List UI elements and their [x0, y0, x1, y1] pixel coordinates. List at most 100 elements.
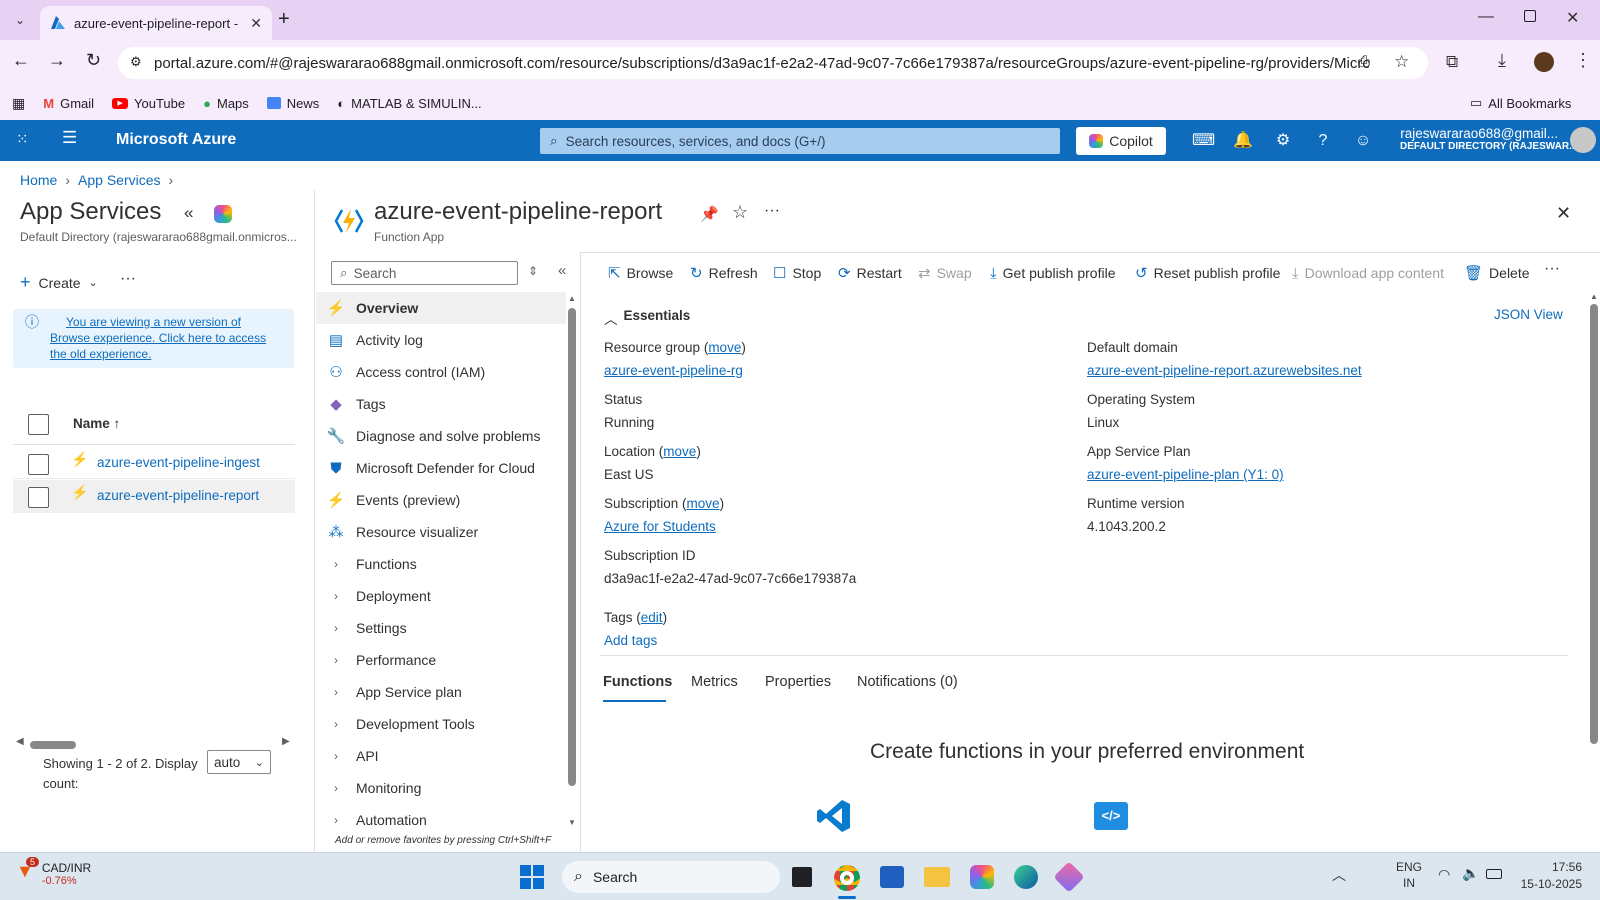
info-banner-text[interactable]: You are viewing a new version of Browse …: [34, 314, 274, 362]
menu-item-automation[interactable]: › Automation: [316, 804, 566, 836]
menu-item-app-service-plan[interactable]: › App Service plan: [316, 676, 566, 708]
code-editor-icon[interactable]: </>: [1094, 802, 1128, 830]
add-tags-link[interactable]: Add tags: [604, 633, 657, 648]
row-link[interactable]: azure-event-pipeline-report: [97, 488, 259, 503]
create-button[interactable]: + Create ⌄: [20, 272, 98, 293]
back-icon[interactable]: ←: [12, 50, 30, 71]
menu-item-deployment[interactable]: › Deployment: [316, 580, 566, 612]
tab-functions[interactable]: Functions: [603, 674, 672, 690]
menu-item-performance[interactable]: › Performance: [316, 644, 566, 676]
menu-item-functions[interactable]: › Functions: [316, 548, 566, 580]
menu-item-development-tools[interactable]: › Development Tools: [316, 708, 566, 740]
menu-item-api[interactable]: › API: [316, 740, 566, 772]
row-checkbox[interactable]: [28, 487, 49, 508]
waffle-icon[interactable]: ⁙: [16, 130, 29, 148]
azure-brand[interactable]: Microsoft Azure: [116, 131, 236, 149]
user-account[interactable]: rajeswararao688@gmail... DEFAULT DIRECTO…: [1400, 126, 1577, 152]
menu-item-diagnose-and-solve-problems[interactable]: 🔧 Diagnose and solve problems: [316, 420, 566, 452]
move-link[interactable]: move: [687, 496, 720, 511]
settings-gear-icon[interactable]: ⚙: [1272, 130, 1294, 152]
browser-menu-icon[interactable]: ⋮: [1574, 50, 1592, 71]
copilot-app-icon[interactable]: [970, 865, 994, 889]
default-domain-link[interactable]: azure-event-pipeline-report.azurewebsite…: [1087, 363, 1362, 378]
browser-tab-active[interactable]: azure-event-pipeline-report - M ✕: [40, 6, 272, 40]
menu-item-microsoft-defender-for-cloud[interactable]: ⛊ Microsoft Defender for Cloud: [316, 452, 566, 484]
copilot-button[interactable]: Copilot: [1076, 127, 1166, 155]
scroll-thumb[interactable]: [30, 741, 76, 749]
more-commands-icon[interactable]: ···: [1544, 260, 1560, 278]
table-row[interactable]: ⚡ azure-event-pipeline-ingest: [13, 447, 295, 479]
tab-list-chevron-icon[interactable]: ⌄: [10, 10, 30, 30]
menu-item-resource-visualizer[interactable]: ⁂ Resource visualizer: [316, 516, 566, 548]
table-row[interactable]: ⚡ azure-event-pipeline-report: [13, 480, 295, 513]
download-app-content-button[interactable]: ⤓ Download app content: [1292, 262, 1444, 284]
more-options-icon[interactable]: ···: [120, 270, 136, 288]
info-banner[interactable]: ⓘ You are viewing a new version of Brows…: [13, 309, 294, 368]
breadcrumb-app-services[interactable]: App Services: [78, 172, 160, 188]
row-link[interactable]: azure-event-pipeline-ingest: [97, 455, 260, 470]
essentials-toggle[interactable]: ︿ Essentials: [604, 308, 690, 328]
clock[interactable]: 17:56 15-10-2025: [1514, 859, 1582, 893]
url-input[interactable]: ⚙ portal.azure.com/#@rajeswararao688gmai…: [118, 47, 1428, 79]
bookmark-news[interactable]: News: [266, 96, 319, 111]
scroll-left-icon[interactable]: ◀: [16, 736, 24, 747]
feedback-icon[interactable]: ☺: [1352, 130, 1374, 152]
menu-item-activity-log[interactable]: ▤ Activity log: [316, 324, 566, 356]
apps-grid-icon[interactable]: ▦: [12, 95, 25, 112]
volume-icon[interactable]: 🔈: [1462, 865, 1479, 882]
bookmark-maps[interactable]: ● Maps: [203, 96, 249, 111]
bookmark-star-icon[interactable]: ☆: [1394, 52, 1409, 72]
forward-icon[interactable]: →: [48, 50, 66, 71]
cloud-shell-icon[interactable]: ⌨: [1192, 130, 1215, 152]
file-explorer-icon[interactable]: [924, 867, 950, 887]
select-all-checkbox[interactable]: [28, 414, 49, 435]
battery-icon[interactable]: [1486, 869, 1502, 879]
bookmark-matlab[interactable]: ◐ MATLAB & SIMULIN...: [337, 96, 481, 111]
ticker-widget[interactable]: ▼ 5 CAD/INR -0.76%: [16, 857, 91, 887]
menu-item-settings[interactable]: › Settings: [316, 612, 566, 644]
vscode-icon[interactable]: [816, 798, 852, 834]
menu-search-input[interactable]: ⌕ Search: [331, 261, 518, 285]
collapse-menu-icon[interactable]: «: [558, 262, 566, 279]
menu-item-tags[interactable]: ◆ Tags: [316, 388, 566, 420]
pinned-app-icon[interactable]: [1053, 861, 1085, 893]
store-icon[interactable]: [880, 866, 904, 888]
chrome-icon[interactable]: [834, 865, 860, 891]
all-bookmarks[interactable]: ▭ All Bookmarks: [1470, 95, 1571, 111]
bookmark-youtube[interactable]: ▶ YouTube: [112, 96, 185, 111]
move-link[interactable]: move: [708, 340, 741, 355]
site-info-icon[interactable]: ⚙: [130, 54, 142, 70]
tab-metrics[interactable]: Metrics: [691, 674, 738, 690]
display-count-select[interactable]: auto ⌄: [207, 750, 271, 774]
help-icon[interactable]: ?: [1312, 130, 1334, 152]
get-publish-profile-button[interactable]: ⤓ Get publish profile: [990, 262, 1115, 284]
close-blade-icon[interactable]: ✕: [1556, 203, 1571, 224]
favorite-star-icon[interactable]: ☆: [732, 202, 748, 223]
stop-button[interactable]: ☐ Stop: [773, 262, 821, 284]
horizontal-scrollbar[interactable]: ◀ ▶: [16, 736, 294, 750]
profile-avatar[interactable]: [1534, 52, 1554, 72]
scroll-right-icon[interactable]: ▶: [282, 736, 290, 747]
task-view-icon[interactable]: [792, 867, 812, 887]
new-tab-icon[interactable]: +: [278, 8, 290, 31]
show-hidden-icons[interactable]: ︿: [1332, 865, 1346, 885]
menu-item-overview[interactable]: ⚡ Overview: [316, 292, 566, 324]
notifications-bell-icon[interactable]: 🔔: [1232, 130, 1254, 152]
delete-button[interactable]: 🗑 Delete: [1464, 262, 1530, 284]
start-button[interactable]: [520, 865, 544, 889]
resource-group-link[interactable]: azure-event-pipeline-rg: [604, 363, 743, 378]
move-link[interactable]: move: [663, 444, 696, 459]
menu-item-events-preview[interactable]: ⚡ Events (preview): [316, 484, 566, 516]
column-header-name[interactable]: Name ↑: [73, 416, 120, 431]
subscription-link[interactable]: Azure for Students: [604, 519, 716, 534]
user-avatar[interactable]: [1570, 127, 1596, 153]
menu-scrollbar[interactable]: ▲ ▼: [566, 294, 578, 830]
minimize-icon[interactable]: —: [1478, 8, 1494, 26]
scroll-thumb[interactable]: [1590, 304, 1598, 744]
content-scrollbar[interactable]: ▲: [1588, 292, 1600, 852]
breadcrumb-home[interactable]: Home: [20, 172, 57, 188]
taskbar-search[interactable]: ⌕ Search: [562, 861, 780, 893]
language-indicator[interactable]: ENG IN: [1396, 859, 1422, 891]
collapse-blade-icon[interactable]: «: [184, 203, 193, 223]
edit-tags-link[interactable]: edit: [641, 610, 663, 625]
